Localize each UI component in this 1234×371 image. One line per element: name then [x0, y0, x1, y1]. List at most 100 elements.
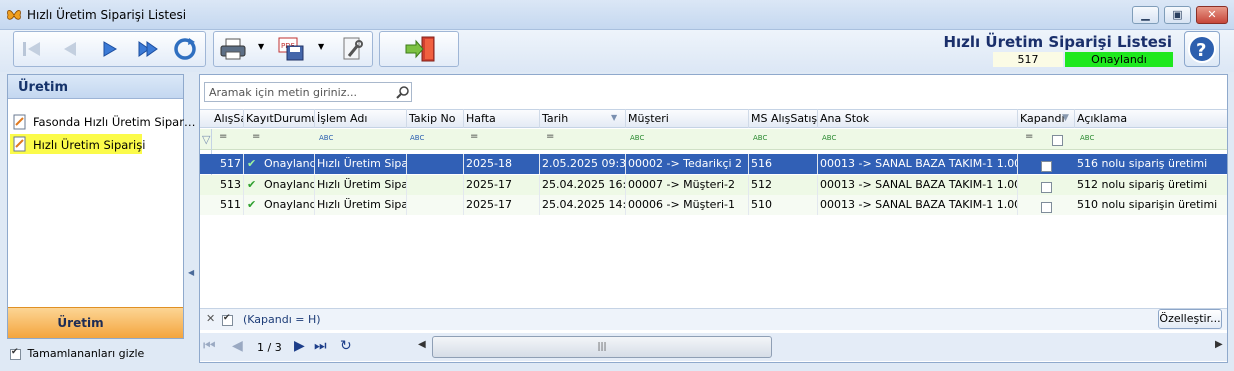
column-header[interactable]: Müşteri	[626, 109, 749, 128]
column-header[interactable]: Açıklama	[1075, 109, 1227, 128]
minimize-icon: ▁	[1141, 8, 1150, 21]
help-button[interactable]: ?	[1184, 31, 1220, 67]
column-header[interactable]: AlışSa	[212, 109, 244, 128]
cell-stock: 00013 -> SANAL BAZA TAKIM-1 1.00 Tk	[818, 154, 1018, 174]
filter-text-cell[interactable]: ABC	[410, 134, 424, 142]
check-icon: ✔	[247, 178, 257, 191]
column-header[interactable]: MS AlışSatışNo	[749, 109, 818, 128]
cell-status: Onaylandı	[262, 195, 315, 215]
column-header[interactable]: Hafta	[464, 109, 540, 128]
closed-checkbox[interactable]	[1041, 200, 1052, 213]
scroll-left-icon[interactable]: ◀	[418, 339, 426, 350]
filter-expression[interactable]: (Kapandı = H)	[243, 313, 321, 326]
cell-customer: 00007 -> Müşteri-2	[626, 175, 749, 195]
closed-checkbox[interactable]	[1041, 180, 1052, 193]
cell-week: 2025-17	[464, 175, 540, 195]
clear-filter-icon[interactable]: ✕	[206, 312, 215, 325]
nav-item-label: Hızlı Üretim Siparişi	[33, 138, 146, 152]
refresh-button[interactable]	[170, 35, 200, 63]
search-input[interactable]: Aramak için metin giriniz...	[204, 82, 412, 102]
next-page-icon[interactable]: ▶	[294, 338, 305, 354]
next-record-button[interactable]	[95, 35, 125, 63]
filter-text-cell[interactable]: ABC	[822, 134, 836, 142]
cell-status: Onaylandı	[262, 175, 315, 195]
panel-collapse-grip-icon[interactable]: ◀	[188, 268, 194, 277]
previous-record-button[interactable]	[55, 35, 85, 63]
print-button[interactable]	[218, 35, 248, 63]
filter-enable-checkbox[interactable]	[222, 313, 233, 326]
cell-week: 2025-18	[464, 154, 540, 174]
maximize-button[interactable]: ▣	[1164, 6, 1191, 24]
customize-button[interactable]: Özelleştir...	[1158, 309, 1222, 329]
panel-footer[interactable]: Üretim	[8, 307, 183, 338]
tools-button[interactable]	[338, 35, 368, 63]
checkbox-box[interactable]	[1041, 181, 1052, 193]
cell-id: 513	[212, 175, 244, 195]
panel-header: Üretim	[8, 75, 183, 99]
checkbox-box[interactable]	[1041, 201, 1052, 213]
printer-icon	[220, 38, 246, 60]
filter-panel	[200, 308, 1227, 330]
filter-text-cell[interactable]: ABC	[753, 134, 767, 142]
cell-process: Hızlı Üretim Siparişi	[315, 154, 407, 174]
checkbox-box[interactable]	[1052, 134, 1063, 146]
checkbox-box[interactable]	[10, 347, 21, 360]
closed-checkbox[interactable]	[1041, 159, 1052, 172]
scroll-right-icon[interactable]: ▶	[1215, 339, 1223, 350]
nav-item-fason-order[interactable]: Fasonda Hızlı Üretim Sipar…	[10, 111, 195, 131]
filter-text-cell[interactable]: ABC	[1080, 134, 1094, 142]
close-icon: ✕	[1207, 8, 1217, 21]
exit-door-icon	[405, 36, 435, 62]
first-record-button[interactable]	[17, 35, 47, 63]
cell-tracking	[407, 175, 464, 195]
refresh-data-icon[interactable]: ↻	[340, 338, 352, 354]
window-title: Hızlı Üretim Siparişi Listesi	[27, 8, 187, 22]
checkbox-box[interactable]	[222, 313, 233, 326]
previous-page-icon[interactable]: ◀	[232, 338, 243, 354]
butterfly-icon	[6, 7, 22, 23]
last-page-icon[interactable]: ⏭	[314, 338, 327, 354]
nav-item-quick-order[interactable]: Hızlı Üretim Siparişi	[10, 134, 146, 154]
column-filter-icon[interactable]: ▼	[1062, 113, 1069, 123]
column-header[interactable]: İşlem Adı	[315, 109, 407, 128]
close-button[interactable]: ✕	[1196, 6, 1228, 24]
filter-equals-cell[interactable]: =	[1025, 131, 1033, 142]
pdf-save-icon: PDF	[278, 37, 304, 61]
cell-customer: 00006 -> Müşteri-1	[626, 195, 749, 215]
column-header[interactable]: Ana Stok	[818, 109, 1018, 128]
cell-ms-no: 516	[749, 154, 818, 174]
checkbox-box[interactable]	[1041, 160, 1052, 172]
scrollbar-thumb[interactable]: |||	[432, 336, 772, 358]
nav-item-label: Fasonda Hızlı Üretim Sipar…	[33, 115, 196, 129]
first-record-icon	[23, 42, 40, 56]
minimize-button[interactable]: ▁	[1132, 6, 1159, 24]
filter-text-cell[interactable]: ABC	[319, 134, 333, 142]
help-icon: ?	[1188, 35, 1216, 63]
cell-status: Onaylandı	[262, 154, 315, 174]
pdf-export-button[interactable]: PDF	[276, 35, 306, 63]
filter-checkbox[interactable]	[1052, 133, 1063, 146]
cell-customer: 00002 -> Tedarikçi 2	[626, 154, 749, 174]
column-header[interactable]: KayıtDurumu	[244, 109, 315, 128]
page-title: Hızlı Üretim Siparişi Listesi	[943, 33, 1172, 51]
cell-process: Hızlı Üretim Siparişi	[315, 175, 407, 195]
pdf-dropdown-arrow-icon[interactable]: ▼	[318, 42, 324, 51]
filter-equals-cell[interactable]: =	[219, 131, 227, 142]
hide-completed-label: Tamamlananları gizle	[27, 347, 145, 360]
filter-equals-cell[interactable]: =	[252, 131, 260, 142]
cell-note: 516 nolu sipariş üretimi	[1077, 157, 1208, 170]
last-record-button[interactable]	[133, 35, 163, 63]
filter-equals-cell[interactable]: =	[470, 131, 478, 142]
filter-equals-cell[interactable]: =	[546, 131, 554, 142]
exit-button[interactable]	[404, 35, 438, 63]
check-icon: ✔	[247, 198, 257, 211]
search-icon[interactable]	[396, 85, 410, 99]
print-dropdown-arrow-icon[interactable]: ▼	[258, 42, 264, 51]
filter-text-cell[interactable]: ABC	[630, 134, 644, 142]
hide-completed-checkbox[interactable]: Tamamlananları gizle	[10, 347, 144, 360]
cell-process: Hızlı Üretim Siparişi	[315, 195, 407, 215]
check-icon: ✔	[247, 157, 257, 170]
cell-tracking	[407, 195, 464, 215]
column-header[interactable]: Takip No	[407, 109, 464, 128]
first-page-icon[interactable]: ⏮	[203, 338, 216, 354]
